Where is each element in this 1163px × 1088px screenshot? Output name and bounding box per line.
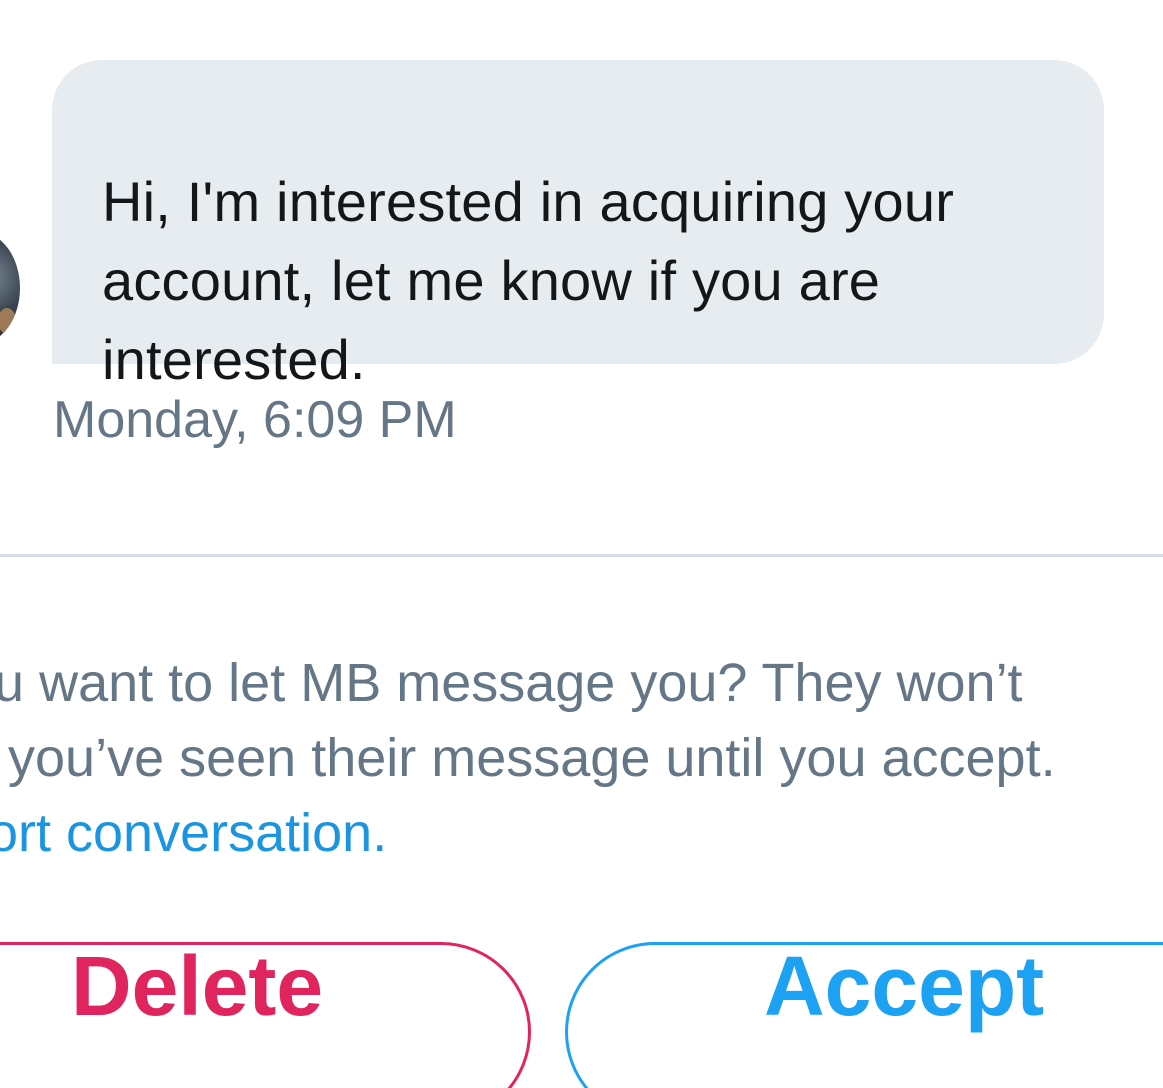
accept-button-label: Accept (764, 939, 1045, 1033)
delete-button-label: Delete (71, 939, 324, 1033)
divider (0, 554, 1163, 557)
message-bubble: Hi, I'm interested in acquiring your acc… (52, 60, 1104, 391)
message-text: Hi, I'm interested in acquiring your acc… (102, 162, 1082, 399)
prompt-line: ou want to let MB message you? They won’… (0, 653, 1023, 713)
message-request-prompt: ou want to let MB message you? They won’… (0, 646, 1163, 871)
accept-button[interactable]: Accept (565, 939, 1163, 1088)
delete-button[interactable]: Delete (0, 939, 531, 1088)
prompt-line: v you’ve seen their message until you ac… (0, 728, 1056, 788)
report-conversation-link[interactable]: ort conversation. (0, 796, 1151, 871)
message-timestamp: Monday, 6:09 PM (53, 391, 457, 449)
sender-avatar[interactable] (0, 232, 20, 344)
message-line: Hi, I'm interested in acquiring your (102, 170, 955, 233)
message-line: account, let me know if you are (102, 249, 881, 312)
dm-request-screen: Hi, I'm interested in acquiring your acc… (0, 0, 1163, 1088)
